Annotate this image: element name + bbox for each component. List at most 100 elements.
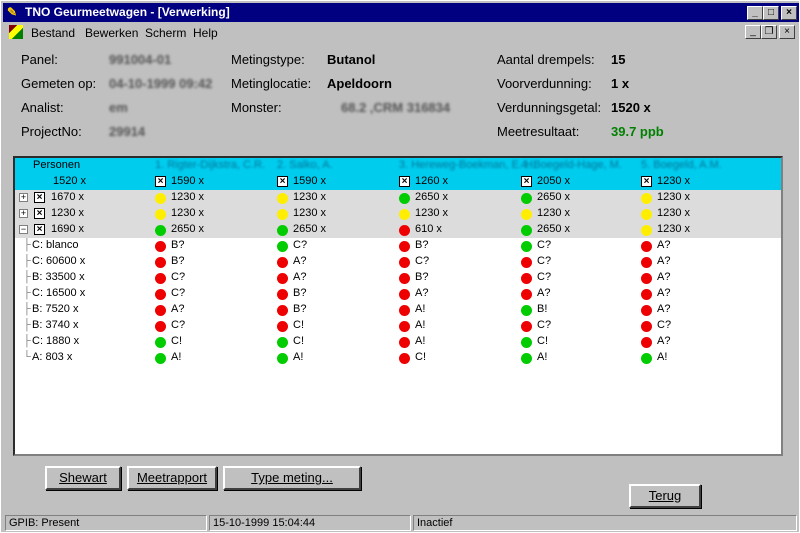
detail-row[interactable]: ├ B: 33500 x C? A? B? C? A?: [15, 270, 781, 286]
green-dot-icon: [521, 241, 532, 252]
cell-value: 1230 x: [537, 207, 571, 219]
meetrapport-button[interactable]: Meetrapport: [127, 466, 217, 490]
cell-value: C?: [537, 255, 552, 267]
checkbox-icon[interactable]: ×: [641, 176, 652, 187]
detail-row[interactable]: ├ C: 16500 x C? B? A? A? A?: [15, 286, 781, 302]
red-dot-icon: [399, 241, 410, 252]
detail-row[interactable]: ├ B: 3740 x C? C! A! C? C?: [15, 318, 781, 334]
checkbox-icon[interactable]: ×: [277, 176, 288, 187]
checkbox-icon[interactable]: ×: [521, 176, 532, 187]
terug-button[interactable]: Terug: [629, 484, 701, 508]
title-bar[interactable]: ✎ TNO Geurmeetwagen - [Verwerking] _ □ ×: [3, 3, 799, 22]
column-header: 2. Salko, A.: [277, 159, 333, 171]
tree-connector: ├: [23, 303, 31, 315]
menu-help[interactable]: Help: [193, 26, 218, 40]
meetresultaat-value: 39.7 ppb: [611, 124, 664, 139]
cell-value: A!: [293, 351, 304, 363]
minimize-icon[interactable]: _: [747, 6, 763, 20]
red-dot-icon: [641, 257, 652, 268]
verdunningsgetal-label: Verdunningsgetal:: [497, 100, 602, 115]
monster-value: 68.2 ,CRM 316834: [341, 100, 451, 115]
detail-label: A: 803 x: [32, 351, 73, 363]
tree-connector: ├: [23, 255, 31, 267]
status-gpib: GPIB: Present: [5, 515, 207, 531]
column-header: 3. Hereweg-Boekman, E. H.: [399, 159, 536, 171]
monster-label: Monster:: [231, 100, 282, 115]
column-header: 4. Boegeld-Hage, M.: [521, 159, 622, 171]
detail-row[interactable]: ├ B: 7520 x A? B? A! B! A?: [15, 302, 781, 318]
checkbox-icon[interactable]: ×: [399, 176, 410, 187]
detail-row[interactable]: ├ C: blanco B? C? B? C? A?: [15, 238, 781, 254]
cell-value: 2050 x: [537, 175, 571, 187]
green-dot-icon: [521, 305, 532, 316]
menu-scherm[interactable]: Scherm: [145, 26, 186, 40]
checkbox-icon[interactable]: ×: [34, 208, 45, 219]
cell-value: C!: [293, 319, 304, 331]
expand-icon[interactable]: +: [19, 209, 28, 218]
table-row[interactable]: + × 1670 x 1230 x 1230 x 2650 x 2650 x 1230 x: [15, 190, 781, 206]
metingstype-value: Butanol: [327, 52, 376, 67]
yellow-dot-icon: [277, 209, 288, 220]
cell-value: B?: [171, 239, 185, 251]
yellow-dot-icon: [641, 225, 652, 236]
column-header: 5. Boegeld, A.M.: [641, 159, 722, 171]
yellow-dot-icon: [155, 193, 166, 204]
red-dot-icon: [277, 273, 288, 284]
results-grid[interactable]: Personen 1. Rigter-Dijkstra, C.R. 2. Salko…: [13, 156, 783, 456]
green-dot-icon: [277, 225, 288, 236]
cell-value: 2650 x: [415, 191, 449, 203]
type-meting-button[interactable]: Type meting...: [223, 466, 361, 490]
shewart-button[interactable]: Shewart: [45, 466, 121, 490]
menu-bewerken[interactable]: Bewerken: [85, 26, 138, 40]
tree-connector: ├: [23, 319, 31, 331]
cell-value: 1590 x: [293, 175, 327, 187]
red-dot-icon: [641, 337, 652, 348]
checkbox-icon[interactable]: ×: [34, 224, 45, 235]
green-dot-icon: [521, 337, 532, 348]
locatie-label: Metinglocatie:: [231, 76, 312, 91]
detail-row[interactable]: ├ C: 60600 x B? A? C? C? A?: [15, 254, 781, 270]
menu-bestand[interactable]: Bestand: [31, 26, 75, 40]
detail-row[interactable]: ├ C: 1880 x C! C! A! C! A?: [15, 334, 781, 350]
mdi-restore-icon[interactable]: ❐: [761, 25, 777, 39]
drempels-label: Aantal drempels:: [497, 52, 595, 67]
cell-value: A!: [537, 351, 548, 363]
detail-row[interactable]: └ A: 803 x A! A! C! A! A!: [15, 350, 781, 366]
main-window: ✎ TNO Geurmeetwagen - [Verwerking] _ □ ×…: [0, 0, 800, 533]
red-dot-icon: [399, 321, 410, 332]
window-title: TNO Geurmeetwagen - [Verwerking]: [25, 5, 230, 19]
cell-value: A?: [657, 287, 671, 299]
project-value: 29914: [109, 124, 146, 139]
cell-value: 1230 x: [293, 207, 327, 219]
cell-value: C?: [415, 255, 430, 267]
maximize-icon[interactable]: □: [763, 6, 779, 20]
green-dot-icon: [521, 193, 532, 204]
collapse-icon[interactable]: −: [19, 225, 28, 234]
table-row[interactable]: − × 1690 x 2650 x 2650 x 610 x 2650 x 1230 x: [15, 222, 781, 238]
mdi-close-icon[interactable]: ×: [779, 25, 795, 39]
red-dot-icon: [521, 257, 532, 268]
checkbox-icon[interactable]: ×: [34, 192, 45, 203]
red-dot-icon: [399, 289, 410, 300]
table-row[interactable]: + × 1230 x 1230 x 1230 x 1230 x 1230 x 1230 x: [15, 206, 781, 222]
cell-value: 1590 x: [171, 175, 205, 187]
red-dot-icon: [399, 353, 410, 364]
red-dot-icon: [399, 305, 410, 316]
cell-value: 1230 x: [657, 207, 691, 219]
yellow-dot-icon: [155, 209, 166, 220]
tree-connector: ├: [23, 271, 31, 283]
cell-value: 1230 x: [657, 191, 691, 203]
cell-value: 2650 x: [171, 223, 205, 235]
mdi-minimize-icon[interactable]: _: [745, 25, 761, 39]
cell-value: A!: [171, 351, 182, 363]
cell-value: C?: [171, 319, 186, 331]
red-dot-icon: [399, 337, 410, 348]
cell-value: A?: [657, 255, 671, 267]
close-icon[interactable]: ×: [781, 6, 797, 20]
expand-icon[interactable]: +: [19, 193, 28, 202]
red-dot-icon: [399, 257, 410, 268]
cell-value: C?: [657, 319, 672, 331]
document-icon[interactable]: [9, 25, 23, 39]
green-dot-icon: [277, 353, 288, 364]
checkbox-icon[interactable]: ×: [155, 176, 166, 187]
